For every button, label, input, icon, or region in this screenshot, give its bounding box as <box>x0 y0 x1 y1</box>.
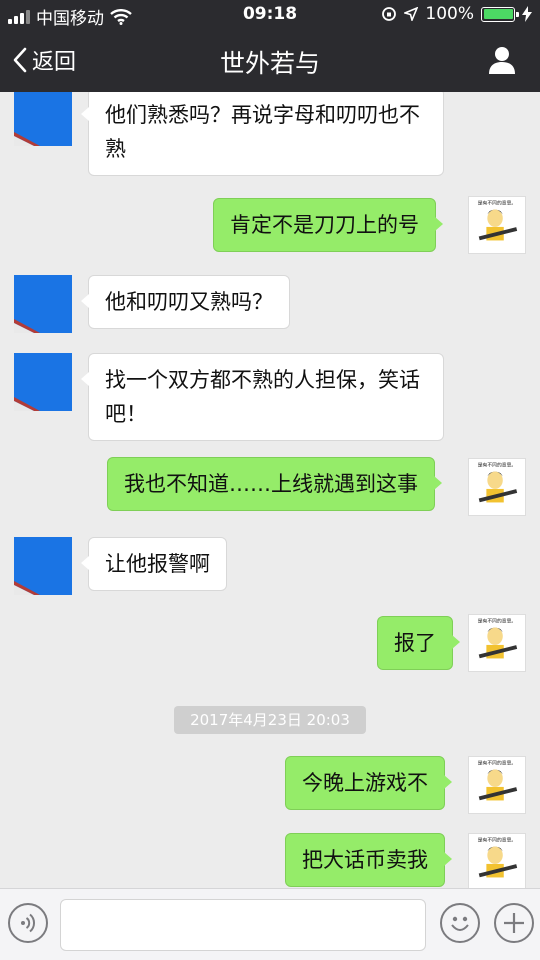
voice-button[interactable] <box>8 903 48 943</box>
timestamp-label: 2017年4月23日 20:03 <box>174 706 366 734</box>
user-avatar[interactable]: 是有不同的意思。 <box>468 196 526 254</box>
avatar-caption: 是有不同的意思。 <box>478 200 517 207</box>
person-icon[interactable] <box>486 44 518 76</box>
message-bubble[interactable]: 他和叨叨又熟吗？ <box>81 275 290 329</box>
status-right: 100% <box>381 4 532 24</box>
user-avatar[interactable]: 是有不同的意思。 <box>468 833 526 888</box>
message-bubble[interactable]: 让他报警啊 <box>81 537 227 591</box>
user-avatar[interactable]: 是有不同的意思。 <box>468 614 526 672</box>
user-avatar[interactable]: 是有不同的意思。 <box>468 458 526 516</box>
message-input[interactable] <box>60 899 426 951</box>
message-bubble[interactable]: 报了 <box>377 616 460 670</box>
contact-avatar[interactable] <box>14 275 72 333</box>
contact-avatar[interactable] <box>14 353 72 411</box>
message-bubble[interactable]: 他们熟悉吗？再说字母和叨叨也不熟 <box>81 92 444 176</box>
message-bubble[interactable]: 肯定不是刀刀上的号 <box>213 198 443 252</box>
plus-icon <box>504 913 524 933</box>
avatar-caption: 是有不同的意思。 <box>478 760 517 767</box>
user-avatar[interactable]: 是有不同的意思。 <box>468 756 526 814</box>
chat-area[interactable]: 他们熟悉吗？再说字母和叨叨也不熟 肯定不是刀刀上的号 是有不同的意思。 他和叨叨… <box>0 92 540 888</box>
contact-avatar[interactable] <box>14 92 72 146</box>
contact-avatar[interactable] <box>14 537 72 595</box>
emoji-button[interactable] <box>440 903 480 943</box>
page-title: 世外若与 <box>219 49 320 78</box>
voice-icon <box>21 913 36 933</box>
battery-icon <box>481 6 519 22</box>
message-bubble[interactable]: 今晚上游戏不 <box>285 756 452 810</box>
status-bar: 中国移动 09:18 100% <box>0 0 540 30</box>
nav-bar: 返回 世外若与 <box>0 30 540 92</box>
avatar-caption: 是有不同的意思。 <box>478 462 517 469</box>
avatar-caption: 是有不同的意思。 <box>478 837 517 844</box>
charging-icon <box>522 6 532 22</box>
message-bubble[interactable]: 找一个双方都不熟的人担保，笑话吧！ <box>81 353 444 441</box>
message-bubble[interactable]: 我也不知道……上线就遇到这事 <box>107 457 442 511</box>
avatar-caption: 是有不同的意思。 <box>478 618 517 625</box>
input-bar <box>0 888 540 960</box>
more-button[interactable] <box>494 903 534 943</box>
message-bubble[interactable]: 把大话币卖我 <box>285 833 452 887</box>
location-icon <box>404 7 419 21</box>
emoji-icon <box>451 916 469 931</box>
battery-percent: 100% <box>425 4 474 24</box>
orientation-lock-icon <box>382 7 397 21</box>
